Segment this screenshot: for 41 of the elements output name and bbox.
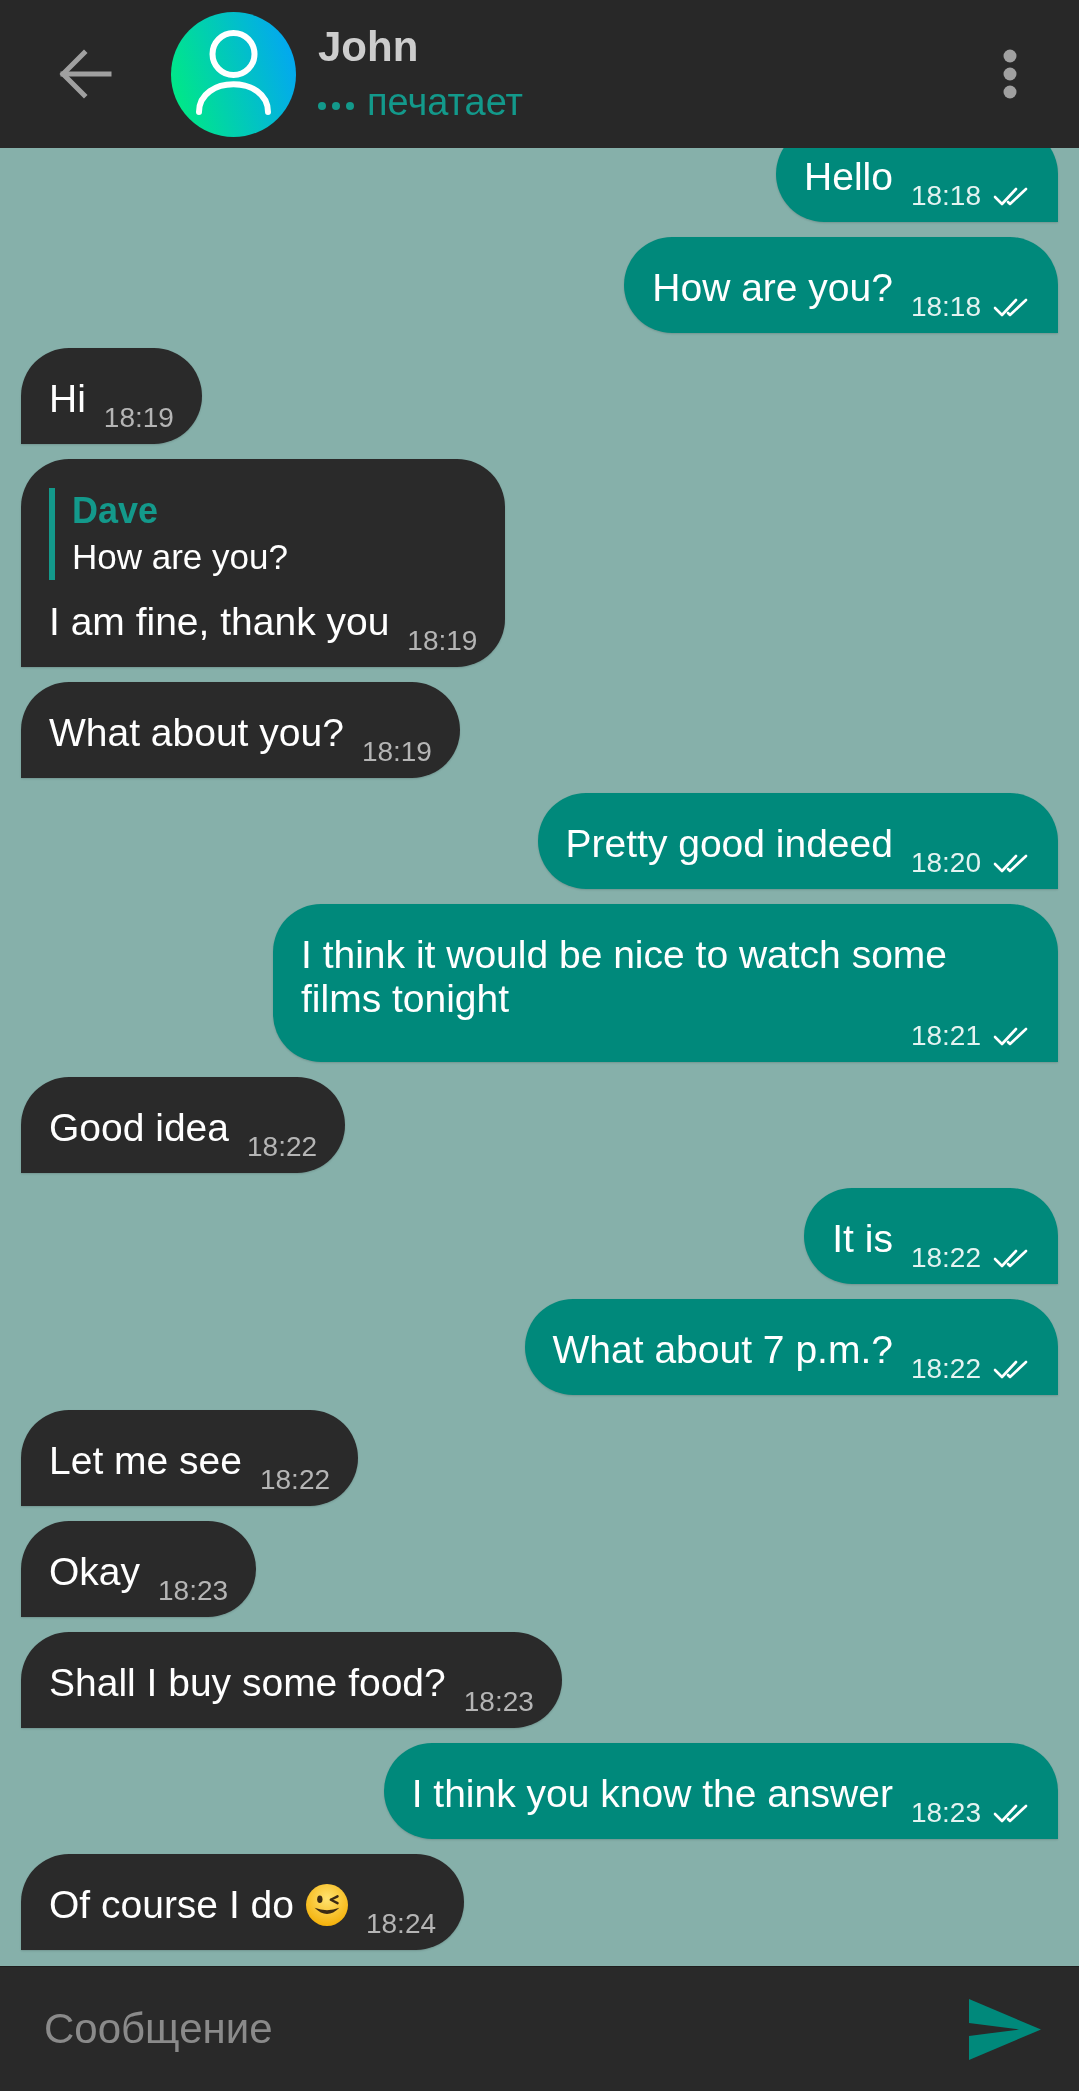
- message-text: Let me see: [49, 1439, 242, 1482]
- typing-status: печатает: [367, 80, 523, 125]
- message-text: Shall I buy some food?: [49, 1661, 446, 1704]
- contact-name: John: [318, 23, 420, 71]
- menu-button[interactable]: [1003, 49, 1017, 99]
- message-text: I am fine, thank you: [49, 600, 390, 643]
- message-text: Hello: [804, 155, 893, 198]
- message-time: 18:22: [259, 1465, 331, 1495]
- message-text: Good idea: [49, 1106, 229, 1149]
- message-time: 18:23: [463, 1687, 534, 1717]
- message-time: 18:19: [407, 626, 478, 656]
- message-text: What about 7 p.m.?: [552, 1328, 893, 1371]
- message-text: Hi: [49, 377, 86, 420]
- send-icon: [969, 1998, 1041, 2060]
- message-input[interactable]: Сообщение: [44, 1989, 945, 2069]
- message-time: 18:23: [910, 1798, 981, 1828]
- message-time: 18:20: [910, 848, 981, 878]
- message-text: It is: [832, 1217, 893, 1260]
- message-time: 18:19: [103, 403, 174, 433]
- quote-text: How are you?: [72, 536, 289, 578]
- message-text: Okay: [49, 1550, 141, 1593]
- message-time: 18:18: [910, 181, 981, 211]
- message-time: 18:24: [365, 1909, 437, 1939]
- message-time: 18:23: [158, 1576, 229, 1606]
- back-button[interactable]: [58, 47, 112, 101]
- message-time: 18:22: [910, 1243, 981, 1273]
- avatar-icon: [171, 11, 296, 137]
- message-time: 18:22: [247, 1132, 318, 1162]
- message-text: I think it would be nice to watch some films tonight: [301, 933, 947, 1020]
- message-text: I think you know the answer: [411, 1772, 893, 1815]
- message-time: 18:21: [910, 1021, 981, 1051]
- message-text: Of course I do: [49, 1883, 294, 1926]
- message-text: Pretty good indeed: [565, 822, 893, 865]
- message-time: 18:18: [910, 292, 981, 322]
- send-button[interactable]: [969, 1998, 1041, 2060]
- message-time: 18:19: [361, 737, 432, 767]
- message-text: What about you?: [49, 711, 344, 754]
- message-time: 18:22: [910, 1354, 981, 1384]
- quote-author: Dave: [72, 489, 160, 533]
- message-text: How are you?: [652, 266, 893, 309]
- more-vertical-icon: [1003, 49, 1017, 99]
